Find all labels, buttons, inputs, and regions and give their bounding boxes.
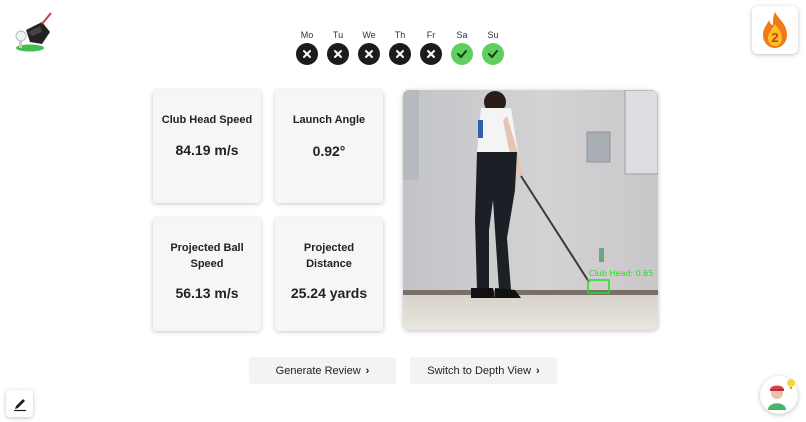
x-icon [358,43,380,65]
projected-ball-speed-card: Projected Ball Speed 56.13 m/s [153,218,261,331]
coach-assistant-button[interactable] [760,376,798,414]
day-label: Sa [456,30,468,40]
day-tuesday: Tu [327,30,349,65]
card-label: Club Head Speed [161,114,253,126]
day-label: Fr [426,30,436,40]
day-monday: Mo [296,30,318,65]
day-label: Su [487,30,499,40]
pen-icon [13,398,26,411]
x-icon [420,43,442,65]
check-icon [451,43,473,65]
detection-label: Club Head: 0.65 [589,269,653,278]
x-icon [296,43,318,65]
switch-to-depth-view-button[interactable]: Switch to Depth View › [410,357,557,384]
launch-angle-card: Launch Angle 0.92° [275,90,383,203]
card-label: Projected Distance [303,242,355,270]
day-label: We [362,30,376,40]
golf-logo-icon [12,10,56,54]
streak-count: 2 [771,30,778,45]
flame-icon: 2 [763,12,787,48]
day-saturday: Sa [451,30,473,65]
card-label: Projected Ball Speed [170,242,244,270]
projected-distance-card: Projected Distance 25.24 yards [275,218,383,331]
day-label: Tu [332,30,344,40]
card-value: 56.13 m/s [175,285,239,301]
streak-badge[interactable]: 2 [752,6,798,54]
day-label: Mo [300,30,314,40]
card-value: 84.19 m/s [175,141,239,158]
x-icon [327,43,349,65]
button-label: Switch to Depth View [427,364,532,377]
weekly-practice-tracker: Mo Tu We Th Fr Sa Su [296,30,504,65]
day-sunday: Su [482,30,504,65]
day-thursday: Th [389,30,411,65]
day-friday: Fr [420,30,442,65]
check-icon [482,43,504,65]
chevron-right-icon: › [536,364,540,377]
card-label: Launch Angle [292,114,366,126]
x-icon [389,43,411,65]
card-value: 0.92° [312,142,346,159]
day-wednesday: We [358,30,380,65]
button-label: Generate Review [275,364,361,377]
coach-avatar-icon [768,379,795,410]
day-label: Th [394,30,406,40]
generate-review-button[interactable]: Generate Review › [249,357,396,384]
feedback-button[interactable] [6,390,33,417]
card-value: 25.24 yards [290,285,368,301]
chevron-right-icon: › [365,364,370,377]
club-head-speed-card: Club Head Speed 84.19 m/s [153,90,261,203]
swing-video-frame: Club Head: 0.65 [403,90,658,330]
